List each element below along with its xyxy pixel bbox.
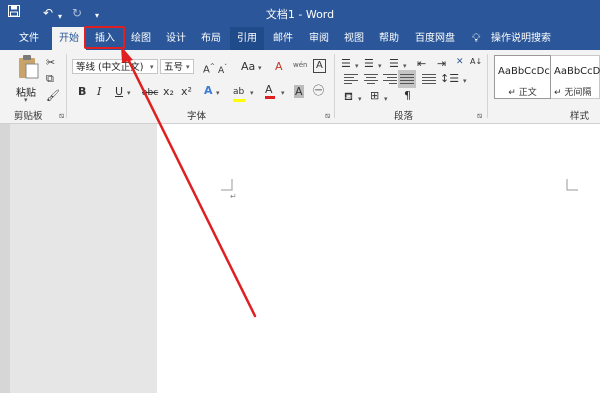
annotation-arrow — [121, 46, 257, 318]
